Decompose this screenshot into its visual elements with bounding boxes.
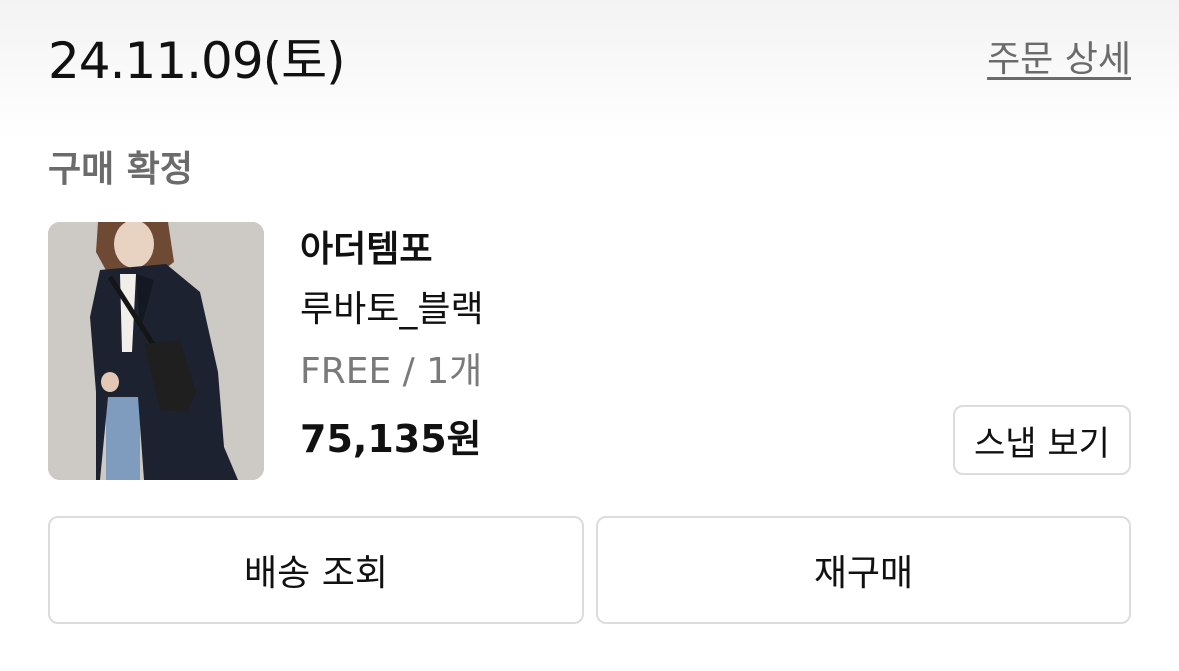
order-detail-link[interactable]: 주문 상세 (987, 36, 1131, 84)
product-image (48, 222, 264, 480)
order-date: 24.11.09(토) (48, 32, 346, 90)
product-option: FREE / 1개 (300, 351, 483, 392)
product-thumbnail[interactable] (48, 222, 264, 480)
product-price: 75,135원 (300, 417, 482, 461)
brand-name[interactable]: 아더템포 (300, 226, 432, 274)
snap-view-button[interactable]: 스냅 보기 (953, 405, 1131, 475)
product-name[interactable]: 루바토_블랙 (300, 286, 484, 334)
order-status: 구매 확정 (48, 149, 194, 190)
delivery-tracking-button[interactable]: 배송 조회 (48, 516, 584, 624)
repurchase-button[interactable]: 재구매 (596, 516, 1131, 624)
